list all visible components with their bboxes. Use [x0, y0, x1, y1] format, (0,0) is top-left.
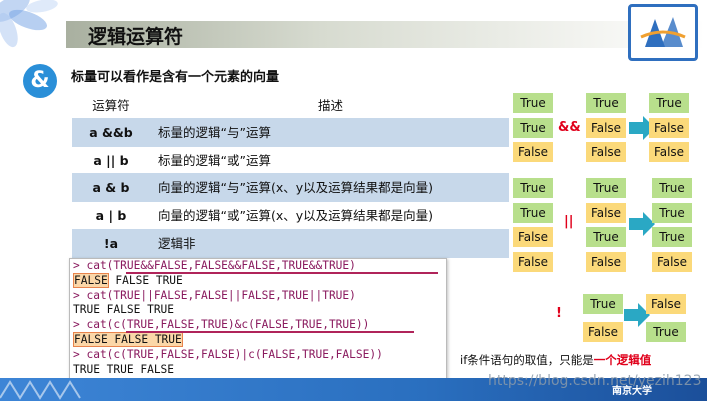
or-result-4: False	[652, 252, 692, 272]
table-row: !a 逻辑非	[72, 229, 509, 258]
or-result-3: True	[652, 227, 692, 247]
description-cell: 标量的逻辑“与”运算	[158, 125, 271, 140]
subtitle: 标量可以看作是含有一个元素的向量	[71, 70, 280, 85]
and-operator-symbol: &&	[558, 120, 581, 135]
or-input-a-1: True	[513, 178, 553, 198]
table-row: a | b 向量的逻辑“或”运算(x、y以及运算结果都是向量)	[72, 201, 509, 230]
highlighted-result: FALSE FALSE TRUE	[73, 331, 183, 347]
not-result-1: False	[646, 294, 686, 314]
slide-title: 逻辑运算符	[88, 26, 184, 48]
code-line-command: > cat(c(TRUE,FALSE,FALSE)|c(FALSE,TRUE,F…	[73, 347, 383, 361]
table-header: 运算符 描述	[72, 91, 509, 120]
if-note: if条件语句的取值，只能是一个逻辑值	[460, 352, 651, 368]
code-line-output: TRUE TRUE FALSE	[73, 362, 175, 376]
and-input-b-2: False	[586, 118, 626, 138]
and-result-2: False	[649, 118, 689, 138]
note-text: if条件语句的取值，只能是	[460, 353, 594, 367]
code-line-command: > cat(TRUE||FALSE,FALSE||FALSE,TRUE||TRU…	[73, 288, 356, 302]
not-input-2: False	[583, 322, 623, 342]
watermark: https://blog.csdn.net/yezih123	[488, 373, 702, 389]
not-input-1: True	[583, 294, 623, 314]
or-input-a-2: True	[513, 203, 553, 223]
table-row: a || b 标量的逻辑“或”运算	[72, 146, 509, 175]
not-operator-symbol: !	[556, 306, 562, 321]
operator-cell: a | b	[95, 208, 127, 223]
highlighted-result: FALSE	[73, 272, 109, 288]
or-input-b-3: True	[586, 227, 626, 247]
or-result-1: True	[652, 178, 692, 198]
table-row: a & b 向量的逻辑“与”运算(x、y以及运算结果都是向量)	[72, 173, 509, 202]
operator-cell: a & b	[92, 180, 130, 195]
operator-cell: a || b	[93, 153, 129, 168]
output-rest: FALSE TRUE	[108, 273, 183, 287]
or-operator-symbol: ||	[564, 214, 574, 229]
or-result-2: True	[652, 203, 692, 223]
or-input-a-3: False	[513, 227, 553, 247]
and-result-1: True	[649, 93, 689, 113]
ampersand-icon: &	[23, 64, 57, 98]
header-description: 描述	[317, 98, 343, 113]
university-logo	[628, 4, 698, 61]
and-input-a-3: False	[513, 142, 553, 162]
footer-zigzag	[0, 380, 81, 400]
or-input-a-4: False	[513, 252, 553, 272]
code-line-output: FALSE FALSE TRUE	[73, 331, 446, 348]
description-cell: 向量的逻辑“与”运算(x、y以及运算结果都是向量)	[158, 180, 434, 195]
table-row: a &&b 标量的逻辑“与”运算	[72, 118, 509, 147]
or-input-b-1: True	[586, 178, 626, 198]
description-cell: 向量的逻辑“或”运算(x、y以及运算结果都是向量)	[158, 208, 434, 223]
code-line-output: FALSE FALSE TRUE	[73, 272, 446, 289]
university-name: 南京大学	[612, 386, 652, 397]
note-highlight: 一个逻辑值	[593, 353, 652, 367]
and-input-b-1: True	[586, 93, 626, 113]
r-console-output: > cat(TRUE&&FALSE,FALSE&&FALSE,TRUE&&TRU…	[69, 258, 447, 380]
underline-mark	[126, 272, 438, 274]
underline-mark	[126, 331, 414, 333]
description-cell: 标量的逻辑“或”运算	[158, 153, 271, 168]
not-result-2: True	[646, 322, 686, 342]
or-input-b-4: False	[586, 252, 626, 272]
and-input-b-3: False	[586, 142, 626, 162]
and-result-3: False	[649, 142, 689, 162]
description-cell: 逻辑非	[158, 236, 196, 251]
and-input-a-2: True	[513, 118, 553, 138]
operator-cell: a &&b	[89, 125, 133, 140]
or-input-b-2: False	[586, 203, 626, 223]
slide: 逻辑运算符 & 标量可以看作是含有一个元素的向量 运算符 描述 a &&b 标量…	[0, 0, 707, 401]
code-line-output: TRUE FALSE TRUE	[73, 303, 175, 317]
and-input-a-1: True	[513, 93, 553, 113]
operator-cell: !a	[103, 236, 119, 251]
